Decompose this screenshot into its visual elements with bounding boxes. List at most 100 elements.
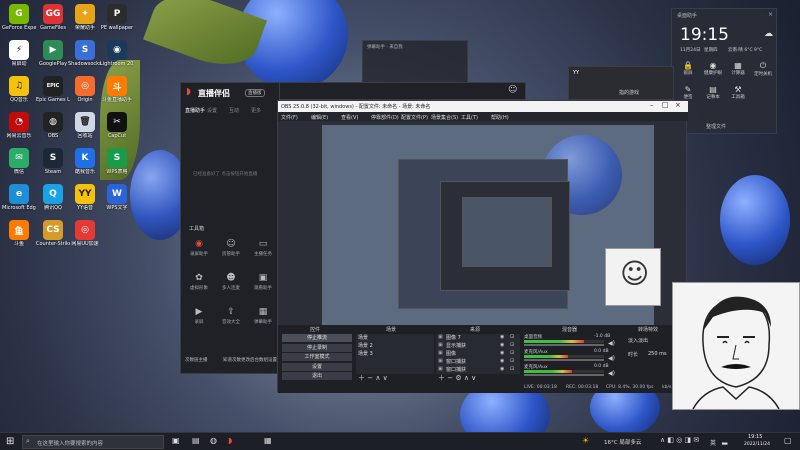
volume-slider[interactable] [524,374,604,376]
desktop-icon[interactable]: S Steam [36,148,70,182]
live-helper-tool[interactable]: ☺ 房管助手 [215,239,247,269]
desktop-icon[interactable]: K 酷我音乐 [68,148,102,182]
notification-icon[interactable]: ▢ [784,436,792,445]
search-box[interactable]: ⌕ 在这里输入你要搜索的内容 [22,435,164,449]
close-icon[interactable]: × [768,11,773,18]
desktop-icon[interactable]: YY YY语音 [68,184,102,218]
taskbar-date[interactable]: 2022/11/24 [744,442,770,447]
volume-slider[interactable] [524,344,604,346]
taskbar-time[interactable]: 19:15 [748,434,762,440]
avatar[interactable]: ☺ [508,85,517,95]
lock-icon[interactable]: ⊡ [510,334,514,340]
desktop-icon[interactable]: ⚡ 易启动 [2,40,36,74]
speaker-icon[interactable]: ◀) [608,370,615,377]
transition-select[interactable]: 淡入淡出 [628,337,648,344]
live-helper-tool[interactable]: ▶ 录屏 [183,307,215,337]
desktop-icon[interactable]: EPICEpic Games Launcher [36,76,70,110]
task-view-icon[interactable]: ▣ [172,436,180,445]
desktop-icon[interactable]: ▶ GooglePlay [36,40,70,74]
lock-icon[interactable]: ⊡ [510,342,514,348]
speaker-icon[interactable]: ◀) [608,355,615,362]
minimize-icon[interactable]: – [650,101,654,109]
live-helper-tool[interactable]: ◉ 录屏助手 [183,239,215,269]
obs-menu-item[interactable]: 文件(F) [281,114,298,121]
eye-icon[interactable]: ◉ [500,342,504,348]
eye-icon[interactable]: ◉ [500,358,504,364]
taskbar-weather[interactable]: 16°C 局部多云 [604,438,641,446]
live-helper-tab[interactable]: 更多 [251,107,261,114]
obs-menu-item[interactable]: 编辑(E) [311,114,328,121]
obs-control-button[interactable]: 停止推流 [282,334,352,342]
desktop-icon[interactable]: S WPS表格 [100,148,134,182]
add-icon[interactable]: ＋ − ∧ ∨ [358,373,388,383]
explorer-icon[interactable]: ▤ [192,436,200,445]
desktop-icon[interactable]: e Microsoft Edge [2,184,36,218]
obs-menu-item[interactable]: 场景集合(S) [431,114,458,121]
scene-item[interactable]: 场景 2 [358,342,432,350]
desktop-icon[interactable]: GG GameFiles [36,4,70,38]
eye-icon[interactable]: ◉ [500,334,504,340]
widget-item[interactable]: 🔒 锁屏 [676,61,700,83]
live-helper-tab[interactable]: 互动 [229,107,239,114]
scene-item[interactable]: 场景 3 [358,350,432,358]
obs-menu-item[interactable]: 查看(V) [341,114,358,121]
desktop-icon[interactable]: 斗斗鱼直播助手 [100,76,134,110]
obs-menu-item[interactable]: 工具(T) [461,114,478,121]
source-item[interactable]: ▣ 窗口捕获 ◉ ⊡ [438,358,518,366]
live-helper-tool[interactable]: ▭ 主播任务 [247,239,279,269]
obs-control-button[interactable]: 工作室模式 [282,353,352,361]
desktop-icon[interactable]: ♫ QQ音乐 [2,76,36,110]
duration-input[interactable]: 250 ms [648,351,667,357]
desktop-icon[interactable]: CSCounter-Strike Global [36,220,70,254]
desktop-icon[interactable]: ✦ 荣耀助手 [68,4,102,38]
add-icon[interactable]: ＋ − ⚙ ∧ ∨ [438,373,476,383]
widget-item[interactable]: ◉ 健康护眼 [701,61,725,83]
close-icon[interactable]: × [675,101,681,109]
obs-control-button[interactable]: 退出 [282,372,352,380]
live-helper-tool[interactable]: ✿ 虚拟形象 [183,273,215,303]
volume-slider[interactable] [524,359,604,361]
windows-start-icon[interactable]: ⊞ [6,436,14,447]
live-helper-tool[interactable]: ▦ 弹幕助手 [247,307,279,337]
obs-menu-item[interactable]: 配置文件(P) [401,114,428,121]
desktop-icon[interactable]: ◎ Origin [68,76,102,110]
desktop-icon[interactable]: P PE wallpaper [100,4,134,38]
live-helper-tool[interactable]: ▣ 观看助手 [247,273,279,303]
widget-footer[interactable]: 整理文件 [706,123,726,130]
desktop-icon[interactable]: ✉ 微信 [2,148,36,182]
scene-item[interactable]: 场景 [358,334,432,342]
desktop-icon[interactable]: ◍ OBS [36,112,70,146]
desktop-icon[interactable]: GGeForce Experience [2,4,36,38]
lock-icon[interactable]: ⊡ [510,350,514,356]
yy-taskbar-icon[interactable]: ▦ [264,436,272,445]
desktop-icon[interactable]: Q 腾讯QQ [36,184,70,218]
desktop-icon[interactable]: ◔ 网易云音乐 [2,112,36,146]
source-item[interactable]: ▣ 图像 7 ◉ ⊡ [438,334,518,342]
maximize-icon[interactable]: □ [662,101,669,109]
eye-icon[interactable]: ◉ [500,350,504,356]
desktop-icon[interactable]: ✂ CapCut [100,112,134,146]
live-helper-tool[interactable]: ☻ 多人连麦 [215,273,247,303]
desktop-icon[interactable]: W WPS文字 [100,184,134,218]
widget-item[interactable]: ▦ 计算器 [726,61,750,83]
source-item[interactable]: ▣ 显示捕获 ◉ ⊡ [438,342,518,350]
speaker-icon[interactable]: ◀) [608,340,615,347]
widget-item[interactable]: ⚒ 工具箱 [726,85,750,107]
obs-menu-item[interactable]: 帮助(H) [491,114,509,121]
live-helper-tab[interactable]: 设置 [207,107,217,114]
obs-taskbar-icon[interactable]: ◍ [210,436,217,445]
eye-icon[interactable]: ◉ [500,366,504,372]
widget-item[interactable]: ⏻ 定时关机 [751,61,775,83]
desktop-icon[interactable]: 鱼斗鱼 [2,220,36,254]
live-helper-tab[interactable]: 直播助手 [185,107,205,114]
live-helper-tool[interactable]: ⇪ 音效大全 [215,307,247,337]
obs-menu-item[interactable]: 停靠部件(D) [371,114,399,121]
widget-item[interactable]: ▤ 记事本 [701,85,725,107]
obs-control-button[interactable]: 停止录制 [282,343,352,352]
obs-control-button[interactable]: 设置 [282,362,352,371]
live-helper-taskbar-icon[interactable]: ◗ [228,436,232,445]
source-item[interactable]: ▣ 图像 ◉ ⊡ [438,350,518,358]
desktop-icon[interactable]: S ShadowsocksR [68,40,102,74]
lock-icon[interactable]: ⊡ [510,358,514,364]
desktop-icon[interactable]: ◎ 网易UU加速 [68,220,102,254]
